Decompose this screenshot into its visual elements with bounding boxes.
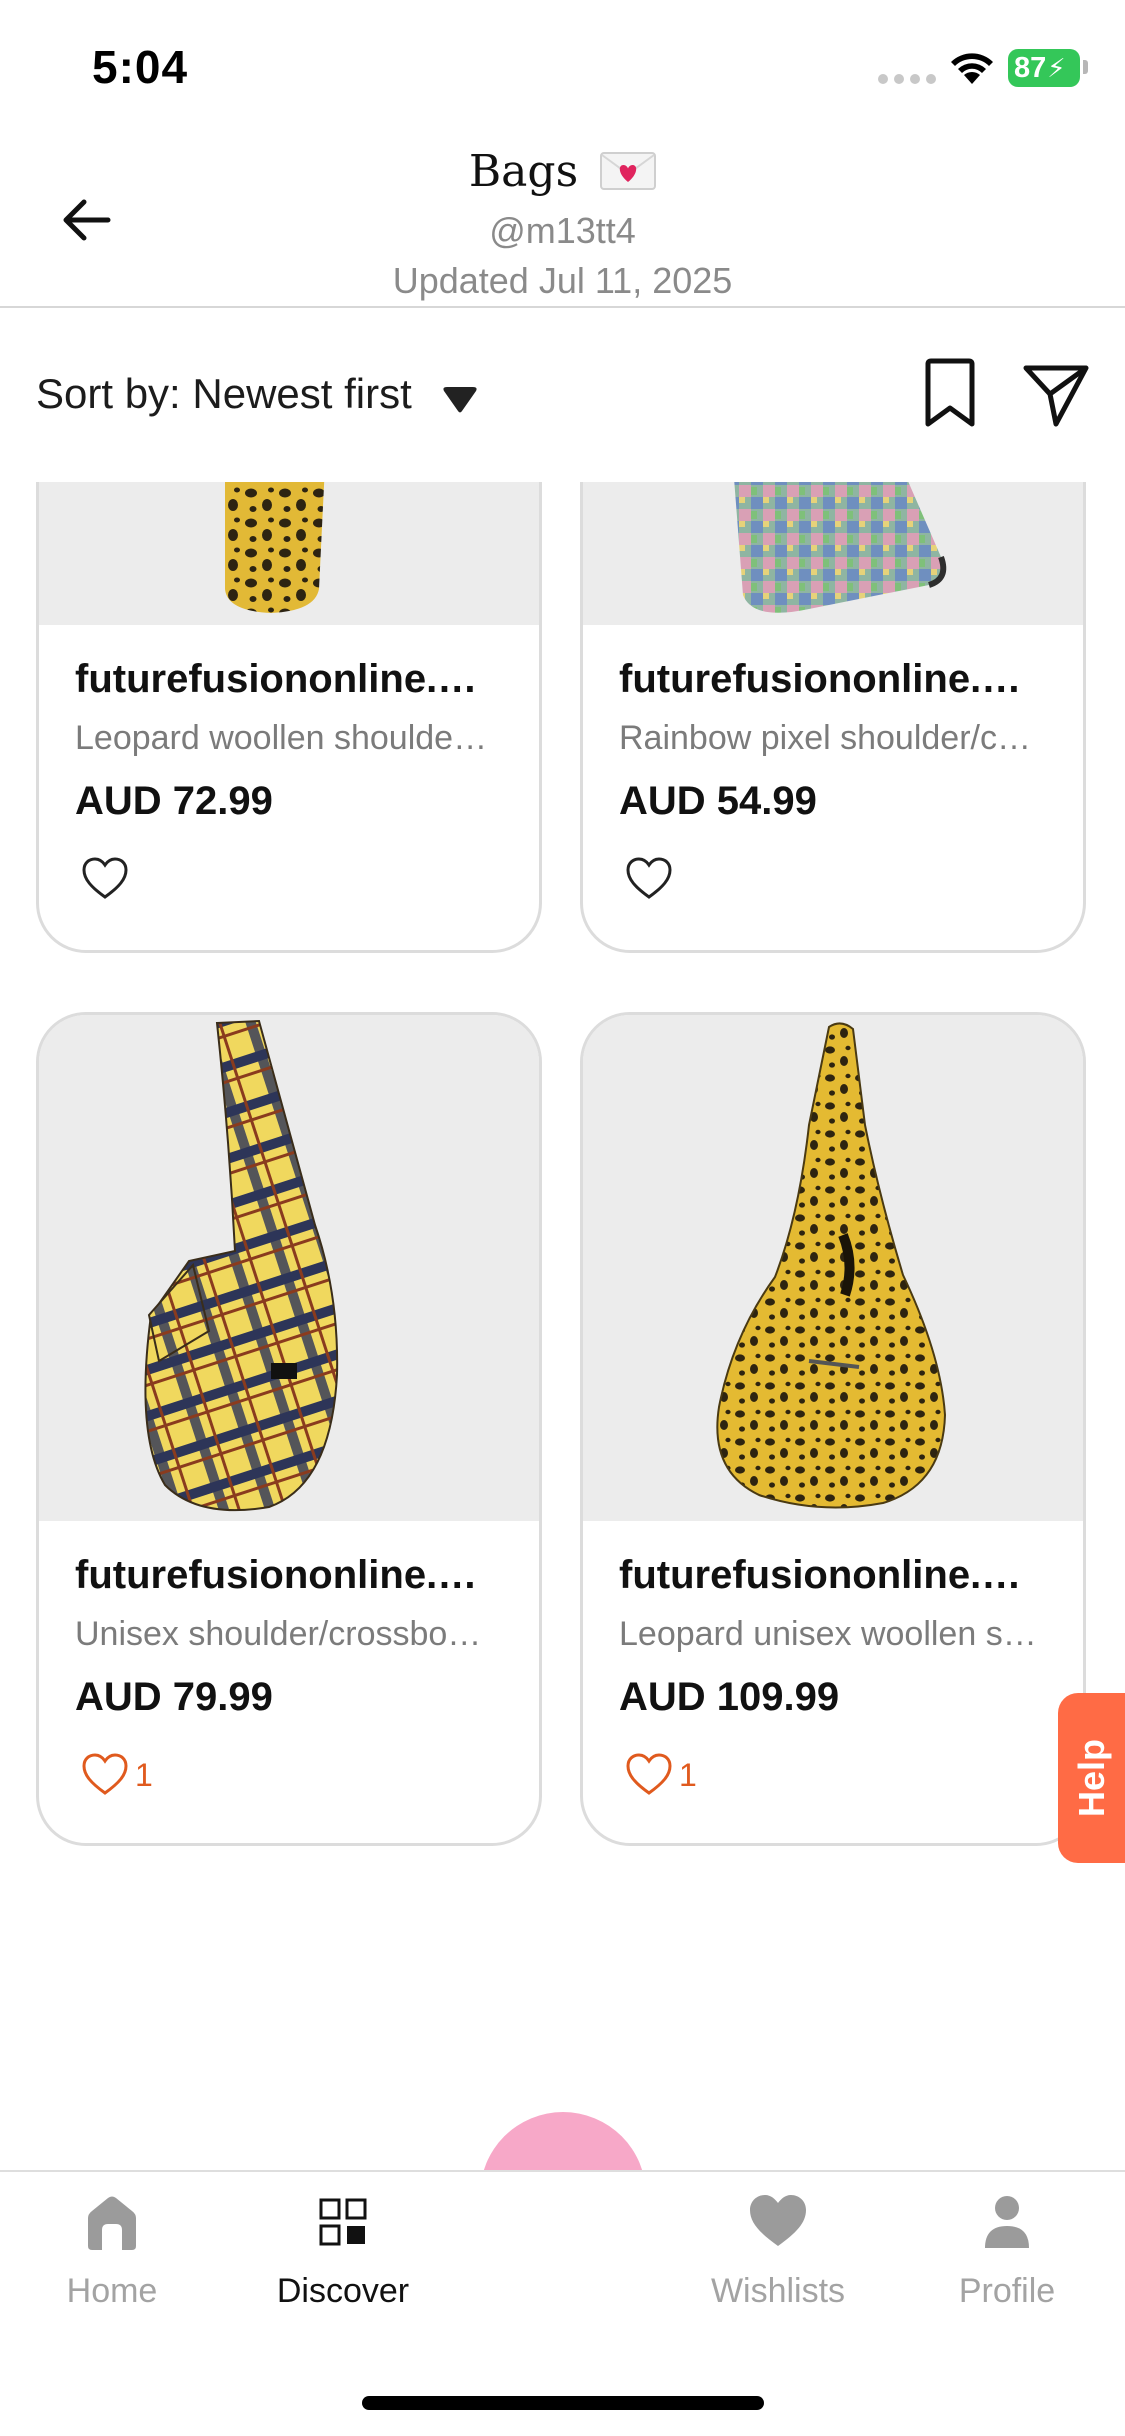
product-description: Leopard unisex woollen shoulder bag	[619, 1615, 1039, 1653]
heart-outline-icon[interactable]	[81, 1753, 129, 1797]
help-button[interactable]: Help	[1058, 1693, 1125, 1863]
product-image[interactable]	[39, 1015, 539, 1521]
nav-profile[interactable]: Profile	[907, 2190, 1107, 2311]
nav-profile-label: Profile	[958, 2272, 1056, 2310]
product-description: Unisex shoulder/crossbody bag	[75, 1615, 495, 1653]
heart-outline-icon[interactable]	[81, 857, 129, 901]
home-indicator[interactable]	[362, 2396, 764, 2410]
collection-name: Bags	[468, 146, 579, 197]
owner-handle[interactable]: @m13tt4	[0, 210, 1125, 252]
heart-filled-icon	[750, 2195, 806, 2246]
home-icon	[88, 2196, 136, 2250]
product-price: AUD 109.99	[619, 1675, 840, 1719]
product-seller: futurefusiononline.com.au	[75, 1553, 495, 1597]
nav-wishlists-label: Wishlists	[710, 2272, 846, 2310]
leopard-hobo-bag-image	[583, 1015, 1083, 1521]
charging-bolt-icon: ⚡	[1047, 52, 1066, 83]
nav-discover[interactable]: Discover	[243, 2190, 443, 2311]
product-price: AUD 54.99	[619, 779, 817, 823]
share-send-icon[interactable]	[1022, 362, 1090, 428]
caret-down-icon[interactable]	[440, 385, 480, 415]
collection-header: Bags @m13tt4 Updated Jul 11, 2025	[0, 130, 1125, 308]
help-label: Help	[1070, 1738, 1112, 1818]
sort-dropdown[interactable]: Sort by: Newest first	[36, 370, 412, 418]
status-time: 5:04	[92, 41, 189, 93]
like-count: 1	[135, 1757, 153, 1793]
profile-icon	[985, 2196, 1029, 2248]
love-letter-emoji-icon	[600, 151, 657, 190]
product-price: AUD 72.99	[75, 779, 273, 823]
heart-outline-icon[interactable]	[625, 1753, 673, 1797]
page-title: Bags	[0, 146, 1125, 197]
product-card[interactable]: futurefusiononline.com.au Leopard woolle…	[36, 482, 542, 953]
product-image[interactable]	[583, 1015, 1083, 1521]
status-bar: 5:04 87 ⚡	[0, 0, 1125, 130]
nav-home-label: Home	[66, 2272, 158, 2310]
product-card[interactable]: futurefusiononline.com.au Leopard unisex…	[580, 1012, 1086, 1846]
battery-indicator: 87 ⚡	[1008, 49, 1080, 87]
cellular-signal-icon	[878, 74, 936, 84]
wifi-icon	[951, 53, 993, 84]
discover-grid-icon	[319, 2198, 367, 2246]
updated-date: Updated Jul 11, 2025	[392, 260, 733, 301]
nav-wishlists[interactable]: Wishlists	[678, 2190, 878, 2311]
product-seller: futurefusiononline.com.au	[75, 657, 495, 701]
product-price: AUD 79.99	[75, 1675, 273, 1719]
nav-discover-label: Discover	[276, 2272, 410, 2310]
battery-percent: 87	[1014, 51, 1047, 84]
sort-toolbar: Sort by: Newest first	[0, 340, 1125, 450]
leopard-bag-image	[39, 482, 539, 625]
product-grid: futurefusiononline.com.au Leopard woolle…	[0, 482, 1125, 1912]
product-image[interactable]	[39, 482, 539, 625]
product-card[interactable]: futurefusiononline.com.au Unisex shoulde…	[36, 1012, 542, 1846]
like-count: 1	[679, 1757, 697, 1793]
product-seller: futurefusiononline.com.au	[619, 1553, 1039, 1597]
battery-tip	[1083, 60, 1088, 74]
bookmark-icon[interactable]	[920, 358, 980, 428]
heart-outline-icon[interactable]	[625, 857, 673, 901]
rainbow-pixel-bag-image	[583, 482, 1083, 625]
nav-home[interactable]: Home	[12, 2190, 212, 2311]
product-image[interactable]	[583, 482, 1083, 625]
product-description: Leopard woollen shoulder/crossbody bag	[75, 719, 495, 757]
product-description: Rainbow pixel shoulder/crossbody bag	[619, 719, 1039, 757]
product-card[interactable]: futurefusiononline.com.au Rainbow pixel …	[580, 482, 1086, 953]
product-seller: futurefusiononline.com.au	[619, 657, 1039, 701]
plaid-bag-image	[39, 1015, 539, 1521]
